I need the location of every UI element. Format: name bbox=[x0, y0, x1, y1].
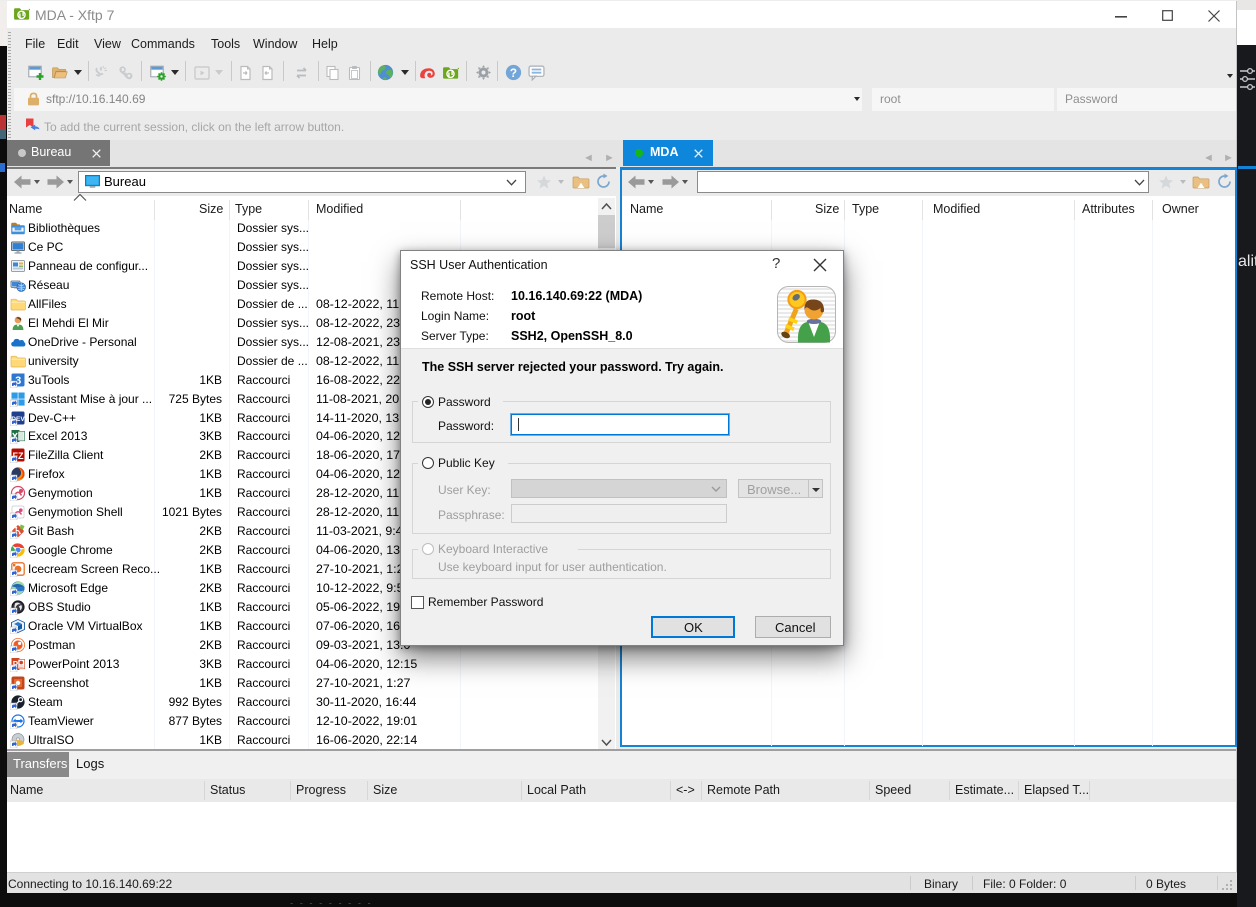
svg-text:?: ? bbox=[510, 67, 517, 80]
